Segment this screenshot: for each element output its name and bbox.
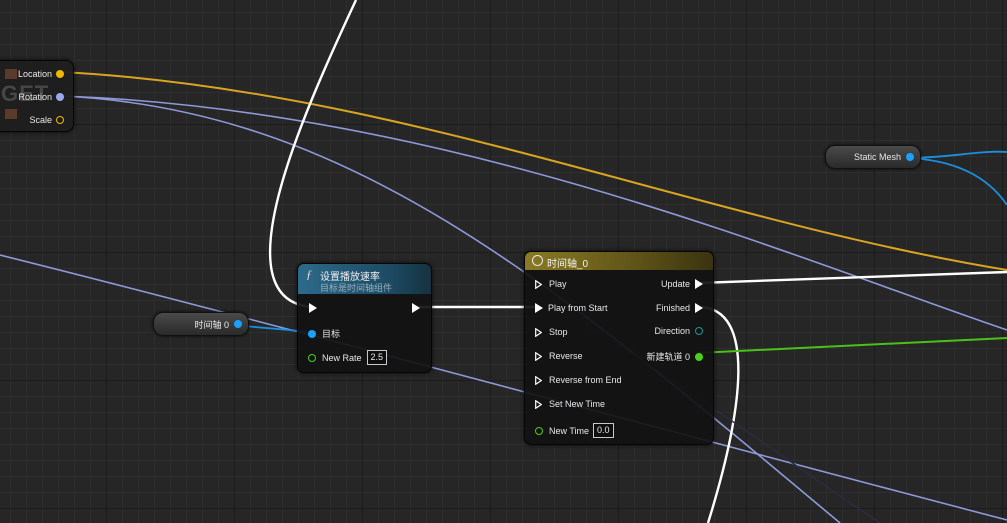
exec-in-pin-icon[interactable] (535, 279, 542, 289)
pin-play[interactable]: Play (535, 279, 567, 289)
vector-pin-icon[interactable] (56, 70, 64, 78)
float-pin-icon[interactable] (535, 426, 543, 435)
wire-rotation-3 (0, 254, 1007, 521)
float-pin-icon[interactable] (695, 352, 703, 361)
exec-out-pin-icon[interactable] (412, 303, 420, 313)
timeline-variable-node[interactable]: 时间轴 0 (153, 312, 249, 336)
node-header: 时间轴_0 (525, 252, 713, 270)
pin-new-rate[interactable]: New Rate 2.5 (308, 350, 388, 365)
pin-set-new-time[interactable]: Set New Time (535, 399, 605, 409)
exec-in-pin-icon[interactable] (309, 303, 317, 313)
pin-reverse[interactable]: Reverse (535, 351, 583, 361)
rotator-pin-icon[interactable] (56, 93, 64, 101)
exec-out-pin-icon[interactable] (695, 279, 703, 289)
wire-static-mesh-2 (906, 157, 1007, 206)
vector-pin-hollow-icon[interactable] (56, 116, 64, 124)
object-pin-icon[interactable] (906, 153, 914, 161)
clock-icon (532, 255, 543, 266)
exec-out-pin-icon[interactable] (695, 303, 703, 313)
pin-reverse-from-end[interactable]: Reverse from End (535, 375, 622, 385)
object-pin-icon[interactable] (234, 320, 242, 328)
wire-location (61, 71, 1007, 271)
float-pin-icon[interactable] (308, 353, 316, 362)
node-subtitle: 目标是时间轴组件 (320, 283, 393, 293)
exec-in-pin-icon[interactable] (535, 327, 542, 337)
function-icon: ƒ (306, 267, 312, 281)
pin-rotation[interactable]: Rotation (18, 92, 64, 102)
node-header: ƒ 设置播放速率 目标是时间轴组件 (298, 264, 431, 294)
pin-new-time[interactable]: New Time 0.0 (535, 423, 614, 438)
static-mesh-variable-node[interactable]: Static Mesh (825, 145, 921, 169)
new-time-input[interactable]: 0.0 (593, 423, 614, 438)
set-play-rate-node[interactable]: ƒ 设置播放速率 目标是时间轴组件 目标 New Rate 2.5 (297, 263, 432, 373)
wire-layer (0, 0, 1007, 523)
pin-play-from-start[interactable]: Play from Start (535, 303, 608, 313)
break-transform-node[interactable]: GET Location Rotation Scale (0, 60, 74, 132)
new-rate-input[interactable]: 2.5 (366, 350, 388, 365)
object-pin-icon[interactable] (308, 329, 316, 338)
pin-target[interactable]: 目标 (308, 327, 340, 340)
pin-new-track-0[interactable]: 新建轨道 0 (646, 350, 703, 363)
pin-direction[interactable]: Direction (654, 326, 703, 336)
exec-in-pin-icon[interactable] (535, 375, 542, 385)
wire-float-track (696, 337, 1007, 354)
timeline-node[interactable]: 时间轴_0 Play Play from Start Stop Reverse … (524, 251, 714, 445)
wire-rotation-2 (61, 95, 841, 523)
pin-stop[interactable]: Stop (535, 327, 568, 337)
pin-finished[interactable]: Finished (656, 303, 703, 313)
wire-exec-update (697, 270, 1007, 285)
exec-in-pin-icon[interactable] (535, 351, 542, 361)
exec-in-pin-icon[interactable] (535, 303, 543, 313)
pin-scale[interactable]: Scale (29, 115, 64, 125)
node-title: 时间轴_0 (547, 259, 589, 270)
pin-location[interactable]: Location (18, 69, 64, 79)
pin-update[interactable]: Update (661, 279, 703, 289)
vector-icon-small (5, 109, 17, 119)
vector-icon-small (5, 69, 17, 79)
exec-in-pin-icon[interactable] (535, 399, 542, 409)
enum-pin-icon[interactable] (695, 327, 703, 335)
wire-static-mesh-1 (906, 150, 1007, 159)
